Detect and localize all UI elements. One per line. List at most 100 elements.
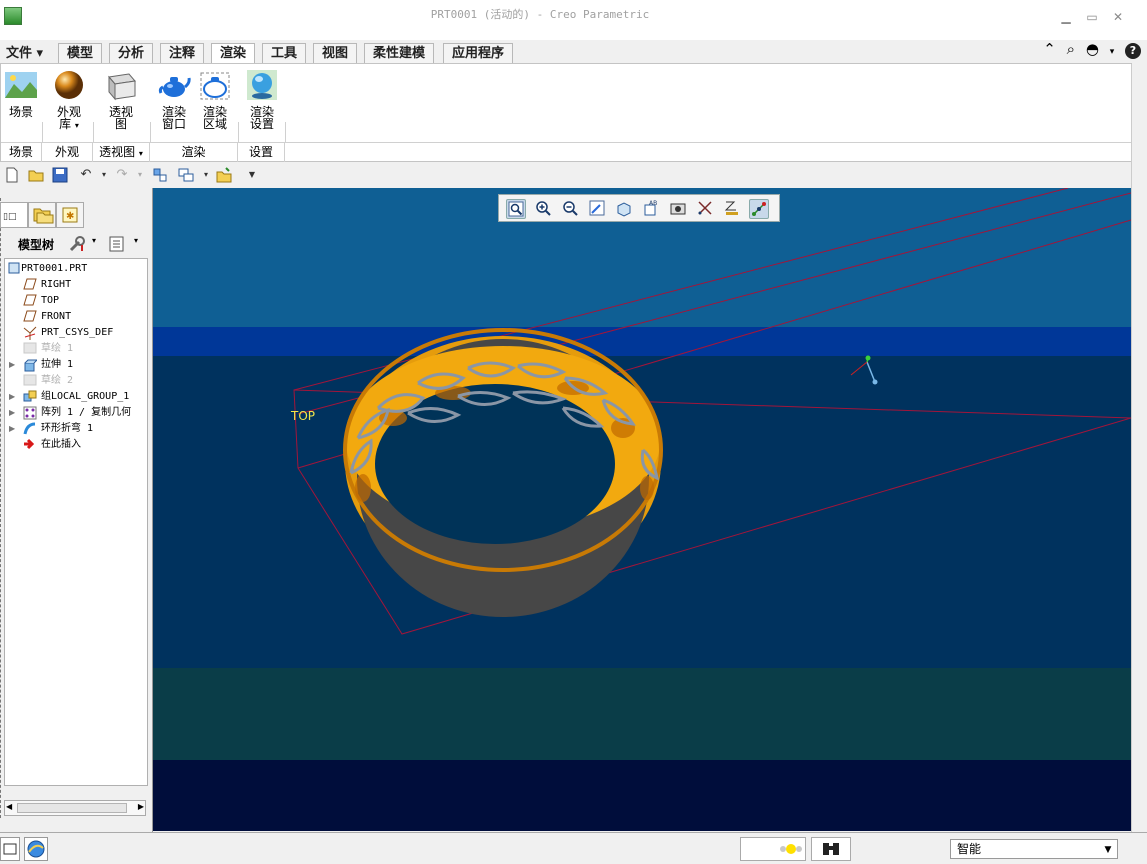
tree-item-toroidal-bend[interactable]: ▶ 环形折弯 1 xyxy=(5,421,147,437)
group-icon xyxy=(23,390,37,404)
expand-triangle-icon[interactable]: ▶ xyxy=(9,389,17,405)
regenerate-icon[interactable] xyxy=(152,167,168,183)
show-filter-icon[interactable] xyxy=(108,235,126,253)
spin-center-icon[interactable] xyxy=(749,199,769,219)
customize-toolbar-icon[interactable]: ▼ xyxy=(244,167,260,183)
redo-dropdown-icon[interactable]: ▾ xyxy=(132,167,148,183)
window-title: PRT0001 (活动的) - Creo Parametric xyxy=(430,8,650,21)
render-window-button[interactable]: 渲染 窗口 xyxy=(157,68,191,130)
saved-orientations-icon[interactable]: AB xyxy=(641,199,661,219)
refit-icon[interactable] xyxy=(506,199,526,219)
tab-annotate[interactable]: 注释 xyxy=(160,43,205,64)
expand-triangle-icon[interactable]: ▶ xyxy=(9,421,17,437)
tree-item-part[interactable]: PRT0001.PRT xyxy=(5,261,147,277)
tab-view[interactable]: 视图 xyxy=(313,43,358,64)
chevron-down-icon[interactable]: ▼ xyxy=(1101,841,1115,857)
zoom-out-icon[interactable] xyxy=(560,199,580,219)
model-tree-tab[interactable]: ▯□ xyxy=(0,202,28,228)
repaint-icon[interactable] xyxy=(587,199,607,219)
tree-settings-icon[interactable] xyxy=(68,235,86,253)
expand-triangle-icon[interactable]: ▶ xyxy=(9,357,17,373)
appearance-library-button[interactable]: 外观 库 ▾ xyxy=(52,68,86,132)
close-window-icon[interactable] xyxy=(216,167,232,183)
tree-item-right[interactable]: RIGHT xyxy=(5,277,147,293)
tree-item-insert-here[interactable]: 在此插入 xyxy=(5,437,147,453)
annotation-display-icon[interactable] xyxy=(722,199,742,219)
find-binoculars-icon[interactable] xyxy=(811,837,851,861)
tree-item-label: PRT0001.PRT xyxy=(21,263,88,274)
tree-item-local-group[interactable]: ▶ 组LOCAL_GROUP_1 xyxy=(5,389,147,405)
graphics-viewport[interactable]: TOP AB xyxy=(153,188,1131,831)
expand-triangle-icon[interactable]: ▶ xyxy=(9,405,17,421)
datum-plane-label[interactable]: TOP xyxy=(290,409,315,423)
tree-item-extrude-1[interactable]: ▶ 拉伸 1 xyxy=(5,357,147,373)
group-perspective-label: 透视图 xyxy=(99,145,136,159)
search-icon[interactable]: ⌕ xyxy=(1067,40,1075,58)
windows-icon[interactable] xyxy=(178,167,194,183)
tree-item-pattern-1[interactable]: ▶ 阵列 1 / 复制几何 xyxy=(5,405,147,421)
scroll-right-arrow-icon[interactable]: ▶ xyxy=(138,802,144,811)
status-bar: 智能 ▼ xyxy=(0,832,1147,864)
tab-applications[interactable]: 应用程序 xyxy=(443,43,514,64)
scrollbar-thumb[interactable] xyxy=(17,803,127,813)
group-render[interactable]: 渲染 xyxy=(150,143,238,162)
open-folder-icon[interactable] xyxy=(28,167,44,183)
tree-item-sketch-2[interactable]: 草绘 2 xyxy=(5,373,147,389)
datum-display-filters-icon[interactable] xyxy=(695,199,715,219)
tab-file-label: 文件 xyxy=(6,46,33,61)
ribbon-separator xyxy=(42,122,43,142)
graphics-toolbar: AB xyxy=(498,194,780,222)
collapse-ribbon-icon[interactable]: ⌃ xyxy=(1043,40,1056,58)
tab-analysis[interactable]: 分析 xyxy=(109,43,154,64)
tab-flexible-modeling[interactable]: 柔性建模 xyxy=(364,43,435,64)
render-setup-button[interactable]: 渲染 设置 xyxy=(245,68,279,130)
tab-file[interactable]: 文件 ▾ xyxy=(4,44,45,65)
perspective-label-2: 图 xyxy=(114,117,127,131)
dropdown-arrow-icon[interactable]: ▾ xyxy=(92,236,96,245)
tree-item-sketch-1[interactable]: 草绘 1 xyxy=(5,341,147,357)
group-scene[interactable]: 场景 xyxy=(1,143,42,162)
save-icon[interactable] xyxy=(52,167,68,183)
tree-item-csys[interactable]: PRT_CSYS_DEF xyxy=(5,325,147,341)
maximize-button[interactable]: ▭ xyxy=(1084,10,1100,24)
learning-connector-icon[interactable]: ◓ xyxy=(1086,40,1099,58)
undo-icon[interactable]: ↶ xyxy=(78,167,94,183)
close-button[interactable]: ✕ xyxy=(1110,10,1126,24)
tab-render[interactable]: 渲染 xyxy=(211,43,256,65)
message-indicator[interactable] xyxy=(740,837,806,861)
scroll-left-arrow-icon[interactable]: ◀ xyxy=(6,802,12,811)
tab-tools[interactable]: 工具 xyxy=(262,43,307,64)
help-icon[interactable]: ? xyxy=(1125,43,1141,59)
group-setup[interactable]: 设置 xyxy=(238,143,285,162)
tree-item-front[interactable]: FRONT xyxy=(5,309,147,325)
svg-text:AB: AB xyxy=(649,200,657,207)
scene-button[interactable]: 场景 xyxy=(4,68,38,118)
zoom-in-icon[interactable] xyxy=(533,199,553,219)
undo-dropdown-icon[interactable]: ▾ xyxy=(96,167,112,183)
render-setup-label-2: 设置 xyxy=(249,117,274,131)
display-style-icon[interactable] xyxy=(614,199,634,219)
render-region-button[interactable]: 渲染 区域 xyxy=(198,68,232,130)
dropdown-arrow-icon[interactable]: ▾ xyxy=(1110,47,1115,57)
ring-model[interactable] xyxy=(343,328,663,617)
navigator-toggle-icon[interactable] xyxy=(0,837,20,861)
browser-toggle-icon[interactable] xyxy=(24,837,48,861)
tab-model[interactable]: 模型 xyxy=(58,43,103,64)
folder-browser-tab[interactable] xyxy=(28,202,56,228)
group-appearance[interactable]: 外观 xyxy=(42,143,93,162)
title-bar: PRT0001 (活动的) - Creo Parametric ▁ ▭ ✕ xyxy=(0,0,1147,40)
perspective-view-button[interactable]: 透视 图 xyxy=(104,68,138,130)
redo-icon[interactable]: ↷ xyxy=(114,167,130,183)
minimize-button[interactable]: ▁ xyxy=(1058,10,1074,24)
view-manager-icon[interactable] xyxy=(668,199,688,219)
group-perspective[interactable]: 透视图 ▾ xyxy=(93,143,150,162)
tree-item-top[interactable]: TOP xyxy=(5,293,147,309)
dropdown-arrow-icon[interactable]: ▾ xyxy=(134,236,138,245)
windows-dropdown-icon[interactable]: ▾ xyxy=(198,167,214,183)
favorites-tab[interactable]: ✱ xyxy=(56,202,84,228)
selection-filter-select[interactable]: 智能 ▼ xyxy=(950,839,1118,859)
panel-sash[interactable] xyxy=(0,198,3,818)
new-file-icon[interactable] xyxy=(4,167,20,183)
model-tree-horizontal-scrollbar[interactable]: ◀ ▶ xyxy=(4,800,146,816)
datum-plane-icon xyxy=(23,310,37,324)
